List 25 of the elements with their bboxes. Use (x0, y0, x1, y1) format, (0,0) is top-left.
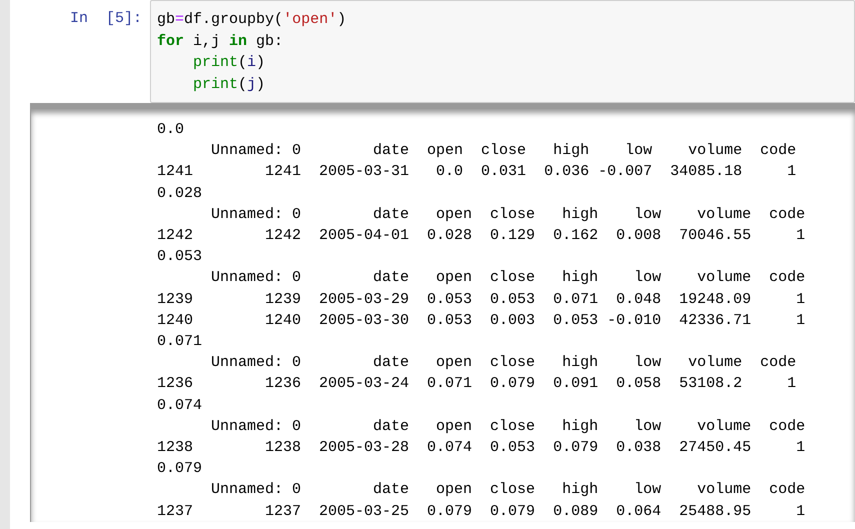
output-line: Unnamed: 0 date open close high low volume code (210, 141, 796, 162)
output-line: Unnamed: 0 date open close high low volume code (210, 353, 796, 374)
output-line: 1238 1238 2005-03-28 0.074 0.053 0.079 0.038 27450.45 1 (157, 438, 806, 458)
code-line: gb=df.groupby('open') (157, 10, 346, 30)
output-line: Unnamed: 0 date open close high low volume code (210, 480, 806, 500)
code-line: print(j) (192, 74, 266, 94)
output-line: 1239 1239 2005-03-29 0.053 0.053 0.071 0.048 19248.09 1 (157, 290, 806, 310)
output-line: 0.071 (157, 332, 202, 352)
output-line: 1236 1236 2005-03-24 0.071 0.079 0.091 0.058 53108.2 1 (157, 374, 796, 394)
output-line: 0.028 (157, 184, 202, 204)
input-prompt: In [5]: (68, 9, 143, 29)
code-line: for i,j in gb: (157, 32, 284, 52)
code-editor[interactable]: gb=df.groupby('open') for i,j in gb: print(i) print(j) (150, 0, 855, 103)
output-line: 1241 1241 2005-03-31 0.0 0.031 0.036 -0.007 34085.18 1 (157, 162, 796, 182)
output-line: 1240 1240 2005-03-30 0.053 0.003 0.053 -0.010 42336.71 1 (157, 310, 806, 331)
output-line: Unnamed: 0 date open close high low volume code (210, 204, 806, 225)
output-line: Unnamed: 0 date open close high low volume code (210, 416, 806, 437)
output-line: 0.079 (157, 459, 202, 480)
code-line: print(i) (192, 53, 266, 73)
output-line: 1237 1237 2005-03-25 0.079 0.079 0.089 0.064 25488.95 1 (157, 502, 806, 522)
output-line: 0.0 (157, 120, 184, 140)
output-line: 0.053 (157, 247, 202, 268)
output-line: 0.074 (157, 396, 202, 416)
output-line: 1242 1242 2005-04-01 0.028 0.129 0.162 0.008 70046.55 1 (157, 226, 806, 246)
output-line: Unnamed: 0 date open close high low volume code (210, 268, 806, 288)
